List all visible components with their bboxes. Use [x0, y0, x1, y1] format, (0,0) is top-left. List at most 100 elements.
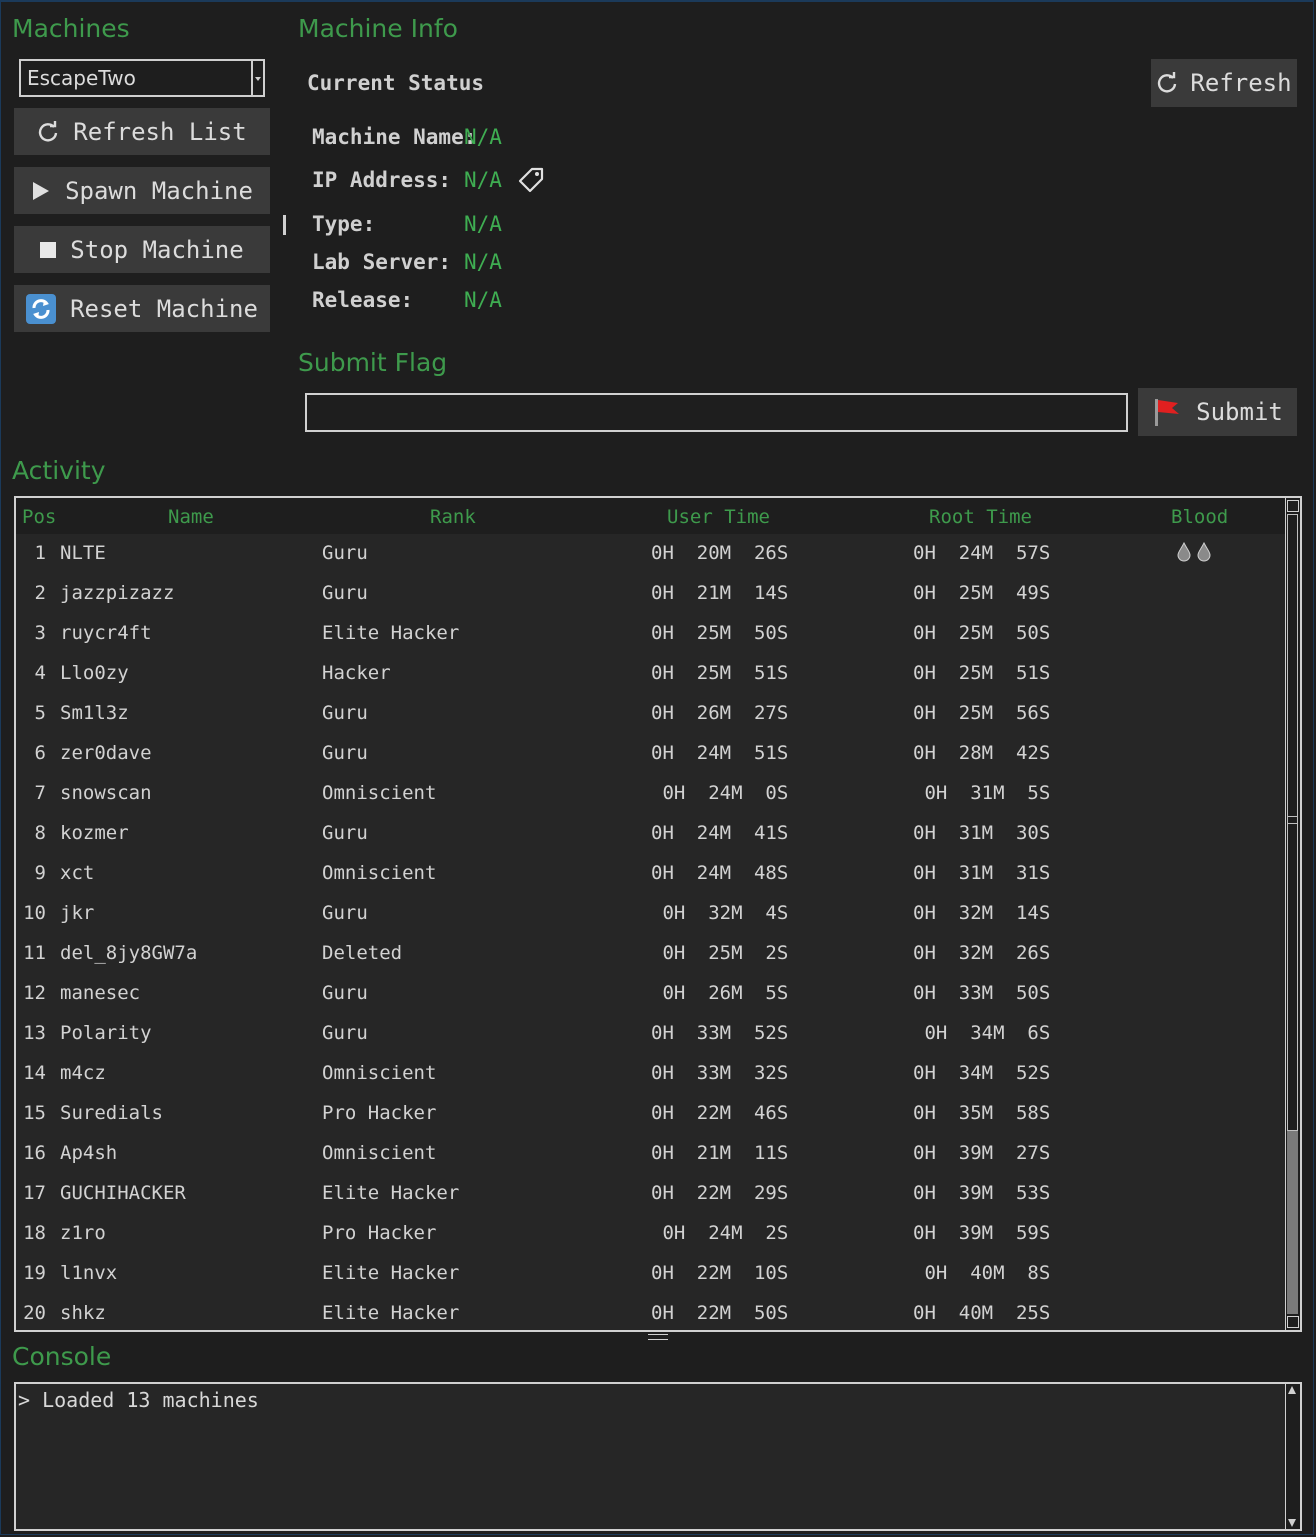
refresh-icon [1158, 72, 1177, 93]
cell-pos: 10 [23, 902, 46, 924]
chevron-down-icon[interactable] [251, 61, 263, 95]
cell-root-time: 0H 39M 53S [913, 1182, 1051, 1204]
release-label: Release: [312, 288, 414, 312]
red-flag-icon [1155, 399, 1180, 426]
table-row[interactable]: 2 jazzpizazz Guru 0H 21M 14S 0H 25M 49S [16, 574, 1288, 614]
table-row[interactable]: 19 l1nvx Elite Hacker 0H 22M 10S 0H 40M 8S [16, 1254, 1288, 1294]
reset-icon [26, 293, 57, 324]
tag-icon[interactable] [518, 167, 544, 193]
machines-title: Machines [12, 14, 130, 43]
cell-rank: Elite Hacker [322, 1302, 460, 1324]
table-row[interactable]: 7 snowscan Omniscient 0H 24M 0S 0H 31M 5S [16, 774, 1288, 814]
reset-machine-button[interactable]: Reset Machine [14, 285, 270, 332]
machine-name-label: Machine Name: [312, 125, 477, 149]
cell-root-time: 0H 40M 25S [913, 1302, 1051, 1324]
console-line: > Loaded 13 machines [18, 1388, 259, 1412]
table-scrollbar[interactable] [1285, 498, 1300, 1330]
cell-rank: Elite Hacker [322, 1262, 460, 1284]
table-row[interactable]: 10 jkr Guru 0H 32M 4S 0H 32M 14S [16, 894, 1288, 934]
refresh-list-button[interactable]: Refresh List [14, 108, 270, 155]
table-row[interactable]: 14 m4cz Omniscient 0H 33M 32S 0H 34M 52S [16, 1054, 1288, 1094]
table-row[interactable]: 3 ruycr4ft Elite Hacker 0H 25M 50S 0H 25M 50… [16, 614, 1288, 654]
header-user-time[interactable]: User Time [667, 506, 770, 528]
submit-button[interactable]: Submit [1138, 388, 1297, 436]
resize-grip[interactable] [648, 1334, 668, 1340]
table-row[interactable]: 20 shkz Elite Hacker 0H 22M 50S 0H 40M 25S [16, 1294, 1288, 1330]
spawn-machine-button[interactable]: Spawn Machine [14, 167, 270, 214]
table-row[interactable]: 18 z1ro Pro Hacker 0H 24M 2S 0H 39M 59S [16, 1214, 1288, 1254]
table-row[interactable]: 6 zer0dave Guru 0H 24M 51S 0H 28M 42S [16, 734, 1288, 774]
cell-pos: 11 [23, 942, 46, 964]
cell-root-time: 0H 25M 50S [913, 622, 1051, 644]
console-title: Console [12, 1342, 112, 1371]
cell-user-time: 0H 24M 51S [651, 742, 789, 764]
cell-rank: Guru [322, 742, 368, 764]
scroll-down-arrow[interactable] [1287, 1316, 1299, 1328]
cell-pos: 1 [34, 542, 46, 564]
cell-name: Polarity [60, 1022, 152, 1044]
cell-pos: 4 [34, 662, 46, 684]
splitter-handle[interactable] [283, 215, 286, 235]
table-row[interactable]: 5 Sm1l3z Guru 0H 26M 27S 0H 25M 56S [16, 694, 1288, 734]
table-row[interactable]: 9 xct Omniscient 0H 24M 48S 0H 31M 31S [16, 854, 1288, 894]
cell-rank: Deleted [322, 942, 403, 964]
table-row[interactable]: 17 GUCHIHACKER Elite Hacker 0H 22M 29S 0H 39… [16, 1174, 1288, 1214]
type-label: Type: [312, 212, 376, 236]
cell-root-time: 0H 39M 27S [913, 1142, 1051, 1164]
header-rank[interactable]: Rank [430, 506, 476, 528]
table-row[interactable]: 8 kozmer Guru 0H 24M 41S 0H 31M 30S [16, 814, 1288, 854]
cell-pos: 5 [34, 702, 46, 724]
cell-pos: 15 [23, 1102, 46, 1124]
table-row[interactable]: 15 Suredials Pro Hacker 0H 22M 46S 0H 35M 58… [16, 1094, 1288, 1134]
cell-pos: 3 [34, 622, 46, 644]
cell-rank: Guru [322, 822, 368, 844]
cell-root-time: 0H 32M 14S [913, 902, 1051, 924]
cell-user-time: 0H 25M 50S [651, 622, 789, 644]
cell-name: l1nvx [60, 1262, 118, 1284]
stop-machine-button[interactable]: Stop Machine [14, 226, 270, 273]
refresh-label: Refresh [1190, 69, 1292, 97]
cell-rank: Elite Hacker [322, 622, 460, 644]
cell-root-time: 0H 25M 49S [913, 582, 1051, 604]
console-scrollbar[interactable] [1285, 1384, 1300, 1529]
play-icon [33, 181, 50, 200]
scroll-up-arrow[interactable] [1288, 1386, 1296, 1394]
machine-select[interactable]: EscapeTwo [19, 59, 265, 97]
cell-pos: 7 [34, 782, 46, 804]
cell-rank: Guru [322, 542, 368, 564]
cell-user-time: 0H 22M 29S [651, 1182, 789, 1204]
cell-user-time: 0H 25M 51S [651, 662, 789, 684]
cell-name: manesec [60, 982, 141, 1004]
cell-rank: Omniscient [322, 782, 437, 804]
activity-table: Pos Name Rank User Time Root Time Blood … [14, 496, 1302, 1332]
scroll-track[interactable] [1287, 1131, 1298, 1314]
table-row[interactable]: 16 Ap4sh Omniscient 0H 21M 11S 0H 39M 27S [16, 1134, 1288, 1174]
refresh-button[interactable]: Refresh [1151, 59, 1297, 107]
scroll-down-arrow[interactable] [1288, 1519, 1296, 1527]
header-root-time[interactable]: Root Time [929, 506, 1032, 528]
cell-rank: Guru [322, 582, 368, 604]
cell-name: xct [60, 862, 95, 884]
cell-user-time: 0H 33M 52S [651, 1022, 789, 1044]
flag-input[interactable] [305, 393, 1128, 432]
scroll-up-arrow[interactable] [1287, 500, 1299, 512]
header-blood[interactable]: Blood [1171, 506, 1228, 528]
scroll-grip [1287, 816, 1297, 824]
submit-flag-title: Submit Flag [298, 348, 448, 377]
cell-pos: 2 [34, 582, 46, 604]
header-pos[interactable]: Pos [22, 506, 56, 528]
table-row[interactable]: 11 del_8jy8GW7a Deleted 0H 25M 2S 0H 32M 26… [16, 934, 1288, 974]
table-row[interactable]: 13 Polarity Guru 0H 33M 52S 0H 34M 6S [16, 1014, 1288, 1054]
table-row[interactable]: 12 manesec Guru 0H 26M 5S 0H 33M 50S [16, 974, 1288, 1014]
table-row[interactable]: 4 Llo0zy Hacker 0H 25M 51S 0H 25M 51S [16, 654, 1288, 694]
cell-name: zer0dave [60, 742, 152, 764]
cell-user-time: 0H 21M 14S [651, 582, 789, 604]
cell-root-time: 0H 28M 42S [913, 742, 1051, 764]
console-output[interactable]: > Loaded 13 machines [14, 1382, 1302, 1531]
table-header: Pos Name Rank User Time Root Time Blood [16, 498, 1288, 534]
cell-name: Ap4sh [60, 1142, 118, 1164]
header-name[interactable]: Name [168, 506, 214, 528]
table-row[interactable]: 1 NLTE Guru 0H 20M 26S 0H 24M 57S [16, 534, 1288, 574]
cell-root-time: 0H 34M 52S [913, 1062, 1051, 1084]
cell-root-time: 0H 31M 31S [913, 862, 1051, 884]
